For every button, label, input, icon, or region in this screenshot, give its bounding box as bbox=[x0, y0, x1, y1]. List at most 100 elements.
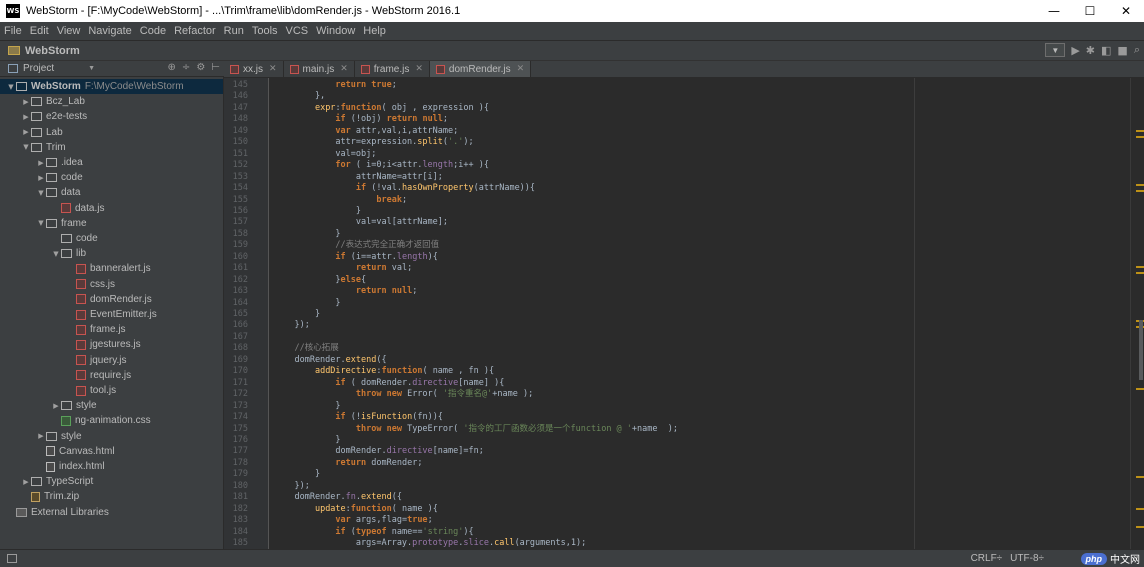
tool-windows-icon[interactable] bbox=[7, 554, 17, 563]
sync-icon[interactable]: ⊕ bbox=[168, 62, 176, 73]
tree-item[interactable]: EventEmitter.js bbox=[0, 307, 223, 322]
tree-item[interactable]: domRender.js bbox=[0, 292, 223, 307]
tree-item[interactable]: Trim.zip bbox=[0, 489, 223, 504]
tree-item[interactable]: jgestures.js bbox=[0, 337, 223, 352]
editor-scrollbar[interactable] bbox=[1130, 78, 1144, 549]
tree-item[interactable]: ▶ style bbox=[0, 398, 223, 413]
warning-marker[interactable] bbox=[1136, 136, 1144, 138]
debug-icon[interactable]: ✱ bbox=[1086, 44, 1095, 57]
maximize-button[interactable]: ☐ bbox=[1072, 0, 1108, 22]
chevron-right-icon[interactable]: ▶ bbox=[36, 159, 46, 167]
minimize-button[interactable]: — bbox=[1036, 0, 1072, 22]
tree-item[interactable]: ▶ style bbox=[0, 429, 223, 444]
tree-item[interactable]: ▼ frame bbox=[0, 216, 223, 231]
chevron-right-icon[interactable]: ▶ bbox=[36, 174, 46, 182]
tree-item[interactable]: tool.js bbox=[0, 383, 223, 398]
coverage-icon[interactable]: ◧ bbox=[1101, 44, 1111, 57]
chevron-down-icon[interactable]: ▼ bbox=[36, 189, 46, 197]
chevron-right-icon[interactable]: ▶ bbox=[21, 478, 31, 486]
code-editor[interactable]: return true; }, expr:function( obj , exp… bbox=[270, 78, 1130, 549]
line-separator[interactable]: CRLF÷ bbox=[971, 553, 1003, 564]
menu-item-help[interactable]: Help bbox=[363, 25, 386, 37]
chevron-down-icon[interactable]: ▼ bbox=[21, 143, 31, 151]
chevron-down-icon[interactable]: ▼ bbox=[88, 65, 95, 72]
close-tab-icon[interactable]: ✕ bbox=[340, 64, 348, 74]
warning-marker[interactable] bbox=[1136, 526, 1144, 528]
collapse-icon[interactable]: ÷ bbox=[182, 62, 190, 73]
stop-icon[interactable]: ■ bbox=[1117, 44, 1127, 57]
search-icon[interactable]: ⌕ bbox=[1134, 43, 1140, 57]
tree-item[interactable]: require.js bbox=[0, 368, 223, 383]
code-token: '.' bbox=[448, 137, 464, 148]
menu-item-window[interactable]: Window bbox=[316, 25, 355, 37]
chevron-down-icon[interactable]: ▼ bbox=[6, 83, 16, 91]
tree-item[interactable]: jquery.js bbox=[0, 353, 223, 368]
menu-item-tools[interactable]: Tools bbox=[252, 25, 278, 37]
tree-item[interactable]: frame.js bbox=[0, 322, 223, 337]
tree-item[interactable]: ▼ WebStorm F:\MyCode\WebStorm bbox=[0, 79, 223, 94]
run-icon[interactable]: ▶ bbox=[1071, 44, 1079, 57]
chevron-right-icon[interactable]: ▶ bbox=[21, 128, 31, 136]
tree-item[interactable]: ▶ TypeScript bbox=[0, 474, 223, 489]
gear-icon[interactable]: ⚙ bbox=[196, 62, 205, 73]
tree-item[interactable]: css.js bbox=[0, 277, 223, 292]
tree-item[interactable]: banneralert.js bbox=[0, 261, 223, 276]
tree-item[interactable]: index.html bbox=[0, 459, 223, 474]
warning-marker[interactable] bbox=[1136, 266, 1144, 268]
warning-marker[interactable] bbox=[1136, 190, 1144, 192]
close-tab-icon[interactable]: ✕ bbox=[517, 64, 525, 74]
warning-marker[interactable] bbox=[1136, 272, 1144, 274]
file-encoding[interactable]: UTF-8÷ bbox=[1010, 553, 1044, 564]
scrollbar-thumb[interactable] bbox=[1139, 320, 1143, 380]
tab-main-js[interactable]: main.js ✕ bbox=[284, 61, 355, 77]
run-config-dropdown[interactable]: ▼ bbox=[1045, 43, 1066, 57]
menu-item-edit[interactable]: Edit bbox=[30, 25, 49, 37]
tree-item[interactable]: ▶ code bbox=[0, 170, 223, 185]
tree-item[interactable]: ng-animation.css bbox=[0, 413, 223, 428]
code-token: function bbox=[340, 102, 382, 113]
warning-marker[interactable] bbox=[1136, 476, 1144, 478]
tree-item[interactable]: code bbox=[0, 231, 223, 246]
chevron-right-icon[interactable]: ▶ bbox=[21, 113, 31, 121]
menu-item-refactor[interactable]: Refactor bbox=[174, 25, 216, 37]
project-breadcrumb[interactable]: WebStorm bbox=[25, 45, 80, 57]
tree-item[interactable]: ▶ Bcz_Lab bbox=[0, 94, 223, 109]
warning-marker[interactable] bbox=[1136, 508, 1144, 510]
menu-item-view[interactable]: View bbox=[57, 25, 81, 37]
chevron-down-icon[interactable]: ▼ bbox=[36, 219, 46, 227]
tree-item[interactable]: data.js bbox=[0, 201, 223, 216]
project-view-selector[interactable]: Project bbox=[23, 63, 54, 74]
menu-item-navigate[interactable]: Navigate bbox=[88, 25, 131, 37]
tree-item[interactable]: External Libraries bbox=[0, 505, 223, 520]
close-tab-icon[interactable]: ✕ bbox=[269, 64, 277, 74]
tree-item[interactable]: ▶ .idea bbox=[0, 155, 223, 170]
close-tab-icon[interactable]: ✕ bbox=[415, 64, 423, 74]
menu-item-vcs[interactable]: VCS bbox=[286, 25, 309, 37]
code-token: length bbox=[396, 251, 428, 262]
chevron-down-icon[interactable]: ▼ bbox=[51, 250, 61, 258]
code-token: if bbox=[335, 377, 346, 388]
menu-item-code[interactable]: Code bbox=[140, 25, 166, 37]
warning-marker[interactable] bbox=[1136, 130, 1144, 132]
tab-domrender-js[interactable]: domRender.js ✕ bbox=[429, 61, 532, 77]
menu-item-file[interactable]: File bbox=[4, 25, 22, 37]
warning-marker[interactable] bbox=[1136, 388, 1144, 390]
chevron-right-icon[interactable]: ▶ bbox=[51, 402, 61, 410]
tree-item[interactable]: ▶ e2e-tests bbox=[0, 109, 223, 124]
tab-frame-js[interactable]: frame.js ✕ bbox=[355, 61, 430, 77]
chevron-right-icon[interactable]: ▶ bbox=[36, 432, 46, 440]
zip-file-icon bbox=[31, 491, 40, 502]
close-button[interactable]: ✕ bbox=[1108, 0, 1144, 22]
hide-panel-icon[interactable]: ⊢ bbox=[211, 62, 220, 73]
chevron-right-icon[interactable]: ▶ bbox=[21, 98, 31, 106]
warning-marker[interactable] bbox=[1136, 184, 1144, 186]
tree-item[interactable]: ▼ data bbox=[0, 185, 223, 200]
code-token: hasOwnProperty bbox=[401, 183, 474, 194]
tree-item[interactable]: Canvas.html bbox=[0, 444, 223, 459]
tree-item[interactable]: ▼ lib bbox=[0, 246, 223, 261]
tree-item[interactable]: ▶ Lab bbox=[0, 125, 223, 140]
tab-xx-js[interactable]: xx.js ✕ bbox=[224, 61, 284, 77]
tree-item[interactable]: ▼ Trim bbox=[0, 140, 223, 155]
menu-item-run[interactable]: Run bbox=[224, 25, 244, 37]
